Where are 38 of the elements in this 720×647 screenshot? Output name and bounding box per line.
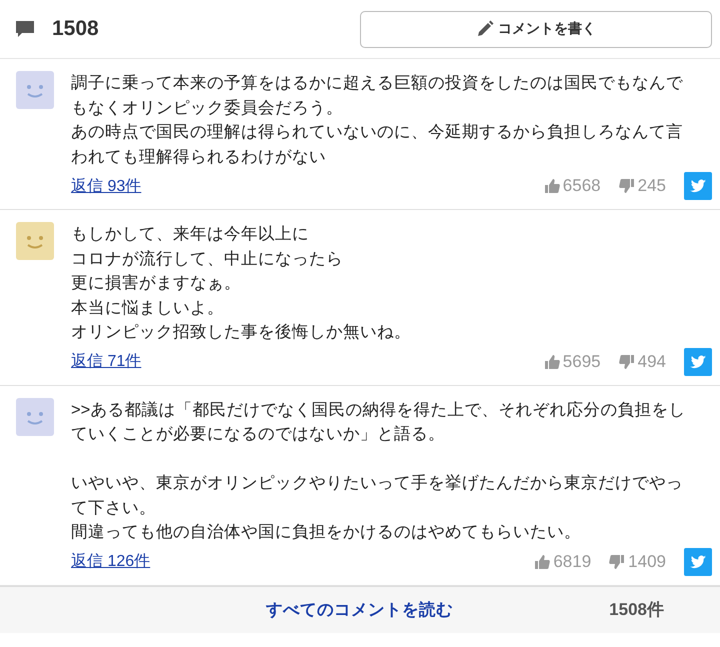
comment-text: 更に損害がますなぁ。 <box>71 273 242 294</box>
comment-text: 調子に乗って本来の予算をはるかに超える巨額の投資をしたのは国民でもなんで <box>71 73 684 94</box>
comment-count: 1508 <box>52 17 100 41</box>
comment-icon <box>14 19 36 39</box>
bird-share-icon[interactable] <box>684 548 712 576</box>
comment-text: いやいや、東京がオリンピックやりたいって手を挙げたんだから東京だけでやっ <box>71 473 684 494</box>
comment-text: >>ある都議は「都民だけでなく国民の納得を得た上で、それぞれ応分の負担をし <box>71 400 686 420</box>
read-all-comments-link[interactable]: すべてのコメントを読む <box>266 598 610 620</box>
pencil-icon <box>476 20 494 38</box>
bird-share-icon[interactable] <box>684 172 712 200</box>
replies-link[interactable]: 返信 71件 <box>71 351 544 372</box>
comment-text: オリンピック招致した事を後悔しか無いね。 <box>71 322 412 343</box>
comment-text: われても理解得られるわけがない <box>71 146 327 168</box>
comment-text: もしかして、来年は今年以上に <box>71 224 310 245</box>
thumbs-up-icon[interactable] <box>544 178 560 194</box>
comment-text: て下さい。 <box>71 498 157 518</box>
thumbs-down-icon[interactable] <box>618 178 635 194</box>
thumbs-down-icon[interactable] <box>609 554 626 570</box>
comment-text: コロナが流行して、中止になったら <box>71 248 344 270</box>
bird-share-icon[interactable] <box>684 348 712 376</box>
comment-text: 本当に悩ましいよ。 <box>71 298 225 318</box>
comment-text: あの時点で国民の理解は得られていないのに、今延期するから負担しろなんて言 <box>71 122 684 143</box>
comment-text: 間違っても他の自治体や国に負担をかけるのはやめてもらいたい。 <box>71 522 582 543</box>
thumbs-up-icon[interactable] <box>534 554 550 570</box>
thumbs-down-icon[interactable] <box>618 354 635 370</box>
thumbs-up-icon[interactable] <box>544 354 560 370</box>
like-count: 6568 <box>562 176 601 196</box>
comment-text: ていくことが必要になるのではないか」と語る。 <box>71 424 446 445</box>
dislike-count: 1409 <box>628 552 666 572</box>
dislike-count: 494 <box>638 352 666 372</box>
replies-link[interactable]: 返信 126件 <box>71 551 534 572</box>
total-count: 1508件 <box>609 599 664 621</box>
replies-link[interactable]: 返信 93件 <box>71 176 544 196</box>
dislike-count: 245 <box>638 176 666 196</box>
like-count: 5695 <box>562 352 601 372</box>
like-count: 6819 <box>553 552 592 572</box>
comment-text: もなくオリンピック委員会だろう。 <box>71 98 344 118</box>
write-comment-button[interactable]: コメントを書く <box>360 10 712 48</box>
